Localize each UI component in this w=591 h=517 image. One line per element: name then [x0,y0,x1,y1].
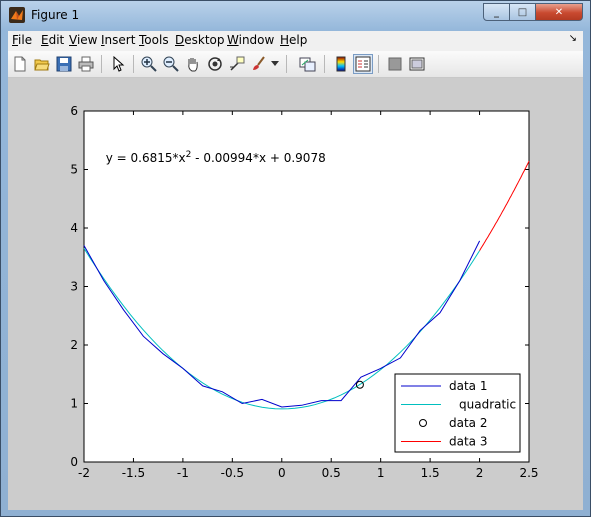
window-title: Figure 1 [31,8,80,22]
y-tick-label: 4 [70,221,78,235]
menu-file[interactable]: File [12,33,32,47]
menu-bar: File Edit View Insert Tools Desktop Wind… [8,31,583,51]
menu-view[interactable]: View [69,33,97,47]
toolbar-separator [133,55,134,73]
toolbar-separator [378,55,379,73]
save-icon [56,56,72,72]
close-button[interactable]: ✕ [535,3,583,21]
legend-data-2-label: data 2 [449,416,487,430]
zoom-out-button[interactable] [161,54,181,74]
rotate-3d-icon [208,57,222,71]
legend-icon [355,56,371,72]
plot-svg: -2 -1.5 -1 -0.5 0 0.5 1 1.5 2 2.5 0 1 2 3 4 5 6 y = 0.68… [70,104,538,480]
hide-plot-tools-button[interactable] [385,54,405,74]
minimize-icon: _ [494,6,499,18]
toolbar-separator [286,55,287,73]
y-tick-label: 0 [70,455,78,469]
brush-icon [253,56,265,70]
matlab-icon [9,7,25,23]
colorbar-icon [336,56,346,72]
data-cursor-button[interactable] [227,54,247,74]
x-tick-label: -1.5 [122,466,145,480]
x-tick-label: -1 [177,466,189,480]
insert-colorbar-button[interactable] [331,54,351,74]
figure-toolbar [8,51,583,78]
x-tick-label: 1 [377,466,385,480]
menu-window[interactable]: Window [227,33,274,47]
link-plot-button[interactable] [298,54,318,74]
data-cursor-icon [230,56,245,71]
pan-hand-icon [188,58,198,72]
x-tick-label: 0.5 [322,466,341,480]
menu-help[interactable]: Help [280,33,307,47]
title-bar[interactable]: Figure 1 _ □ ✕ [1,1,590,31]
x-tick-label: 2 [476,466,484,480]
insert-legend-button[interactable] [353,54,373,74]
new-figure-icon [14,56,26,72]
legend-data-1-label: data 1 [449,379,487,393]
maximize-icon: □ [517,6,528,18]
show-plot-tools-button[interactable] [407,54,427,74]
y-tick-label: 1 [70,397,78,411]
edit-plot-button[interactable] [108,54,128,74]
menu-desktop[interactable]: Desktop [175,33,225,47]
legend-data-3-label: data 3 [449,435,487,449]
toolbar-separator [101,55,102,73]
zoom-out-icon [163,56,179,72]
open-file-button[interactable] [32,54,52,74]
legend[interactable]: data 1 quadratic data 2 data 3 [394,373,521,453]
open-file-icon [34,59,50,71]
edit-plot-arrow-icon [113,56,125,72]
x-tick-label: 1.5 [421,466,440,480]
legend-quadratic-label: quadratic [459,398,516,412]
save-button[interactable] [54,54,74,74]
close-icon: ✕ [554,6,564,18]
rotate-3d-button[interactable] [205,54,225,74]
minimize-button[interactable]: _ [483,3,510,21]
pan-button[interactable] [183,54,203,74]
brush-dropdown[interactable] [269,54,281,74]
x-tick-label: 2.5 [519,466,538,480]
menu-tools[interactable]: Tools [139,33,169,47]
x-tick-label: -2 [78,466,90,480]
toolbar-separator [324,55,325,73]
menu-edit[interactable]: Edit [41,33,64,47]
link-plot-icon [299,57,316,72]
menu-insert[interactable]: Insert [101,33,135,47]
chevron-down-icon [271,61,279,66]
zoom-in-button[interactable] [139,54,159,74]
dock-arrow-icon[interactable]: ↘ [569,33,577,44]
x-tick-label: 0 [278,466,286,480]
maximize-button[interactable]: □ [509,3,536,21]
zoom-in-icon [141,56,157,72]
y-tick-label: 2 [70,338,78,352]
hide-plot-tools-icon [388,57,402,71]
new-figure-button[interactable] [10,54,30,74]
show-plot-tools-icon [409,57,425,71]
print-button[interactable] [76,54,96,74]
x-tick-label: -0.5 [221,466,244,480]
figure-window: Figure 1 _ □ ✕ File Edit View Insert Too… [0,0,591,517]
y-tick-label: 3 [70,280,78,294]
figure-canvas: -2 -1.5 -1 -0.5 0 0.5 1 1.5 2 2.5 0 1 2 3 4 5 6 y = 0.68… [8,78,583,510]
print-icon [78,56,94,72]
brush-button[interactable] [249,54,269,74]
y-tick-label: 6 [70,104,78,118]
fit-equation-annotation: y = 0.6815*x2 - 0.00994*x + 0.9078 [106,150,326,165]
y-tick-label: 5 [70,163,78,177]
